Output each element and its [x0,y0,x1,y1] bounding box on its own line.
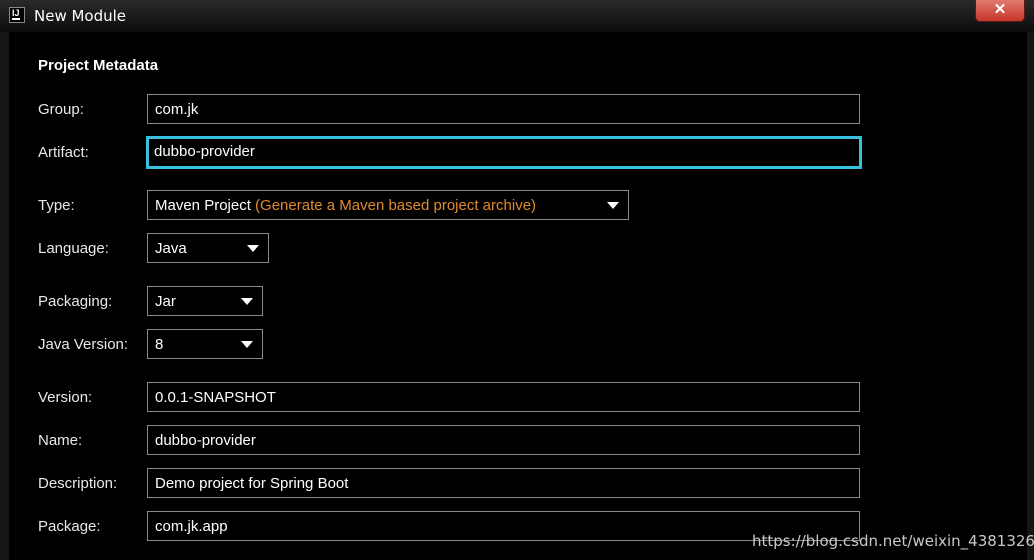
chevron-down-icon [241,298,253,305]
watermark: https://blog.csdn.net/weixin_43813267 [752,532,1034,550]
language-select[interactable]: Java [147,233,269,263]
version-label: Version: [38,389,93,406]
description-field[interactable]: Demo project for Spring Boot [147,468,860,498]
packaging-value: Jar [155,293,176,310]
chevron-down-icon [607,202,619,209]
description-label: Description: [38,475,118,492]
group-label: Group: [38,101,84,118]
version-field[interactable]: 0.0.1-SNAPSHOT [147,382,860,412]
package-label: Package: [38,518,101,535]
title-bar: IJ New Module ✕ [0,0,1034,32]
artifact-label: Artifact: [38,144,89,161]
name-field[interactable]: dubbo-provider [147,425,860,455]
type-select[interactable]: Maven Project (Generate a Maven based pr… [147,190,629,220]
type-label: Type: [38,197,75,214]
chevron-down-icon [241,341,253,348]
window-frame-right [1027,32,1034,560]
java-version-label: Java Version: [38,336,129,353]
artifact-field[interactable]: dubbo-provider [146,136,862,169]
type-value: Maven Project [155,197,251,214]
window-frame-left [0,32,9,560]
packaging-label: Packaging: [38,293,113,310]
name-label: Name: [38,432,83,449]
language-value: Java [155,240,187,257]
packaging-select[interactable]: Jar [147,286,263,316]
section-title: Project Metadata [38,57,159,74]
window-title: New Module [34,7,127,25]
java-version-select[interactable]: 8 [147,329,263,359]
chevron-down-icon [247,245,259,252]
language-label: Language: [38,240,109,257]
java-version-value: 8 [155,336,164,353]
close-button[interactable]: ✕ [975,0,1025,22]
intellij-app-icon: IJ [9,7,25,23]
type-hint: (Generate a Maven based project archive) [255,197,537,214]
group-field[interactable]: com.jk [147,94,860,124]
